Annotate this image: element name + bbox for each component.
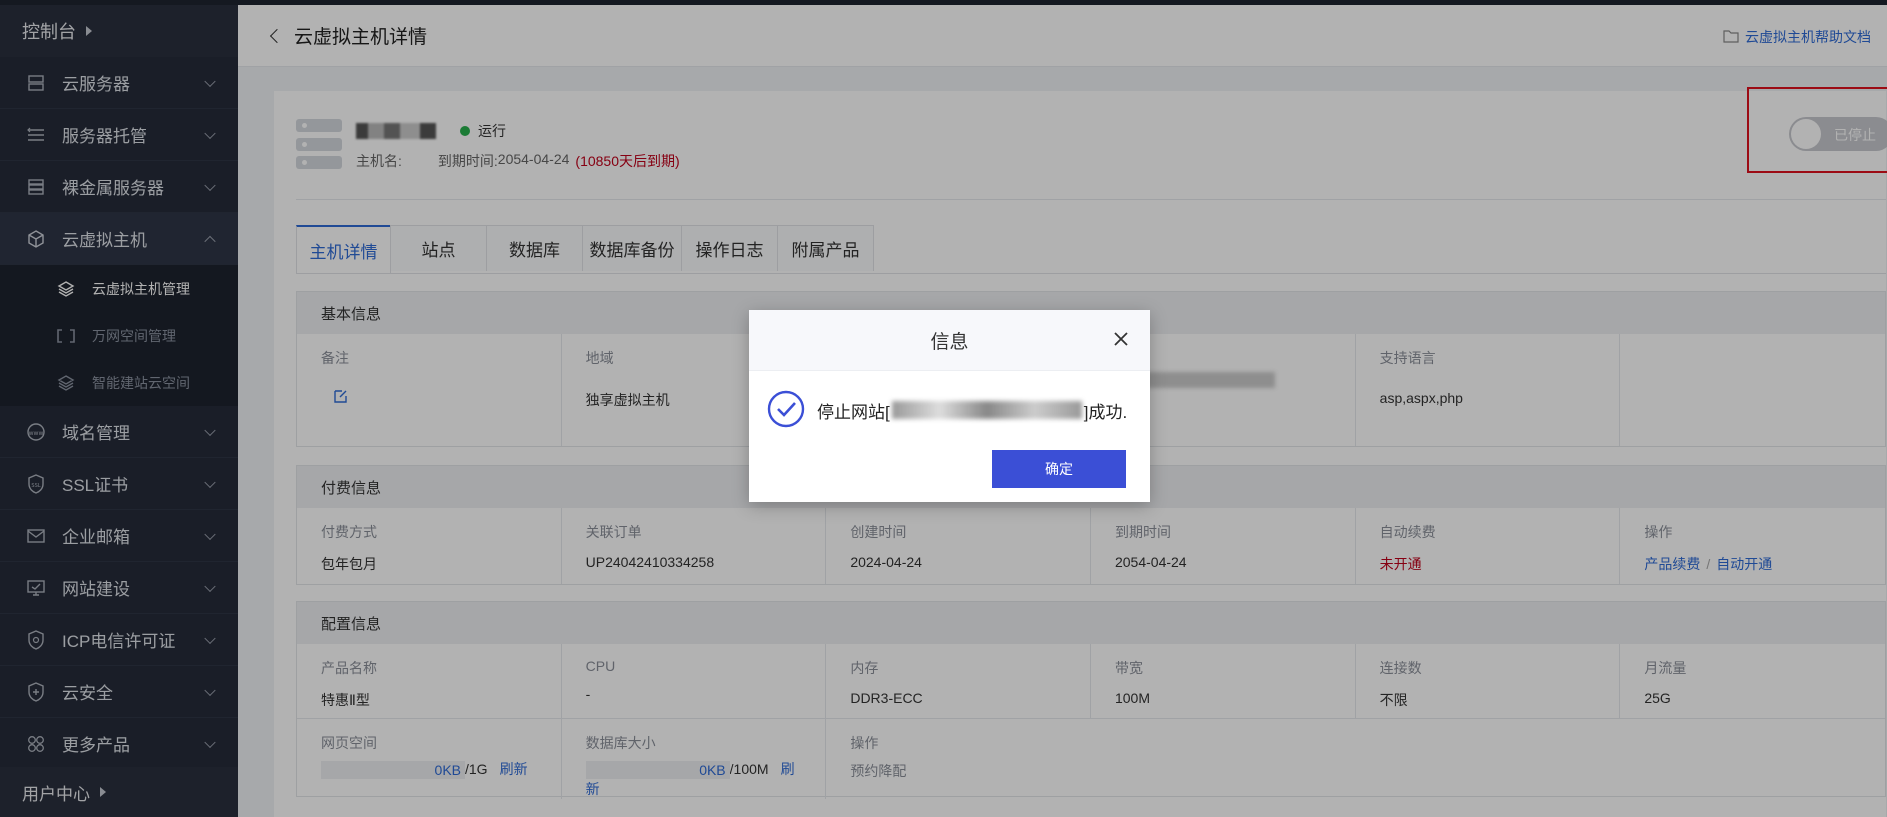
close-icon[interactable]	[1112, 330, 1130, 348]
info-dialog: 信息 停止网站[ ]成功. 确定	[749, 310, 1150, 502]
confirm-button[interactable]: 确定	[992, 450, 1126, 488]
dialog-title: 信息	[930, 331, 969, 353]
dialog-msg-prefix: 停止网站[	[817, 402, 890, 422]
dialog-message: 停止网站[ ]成功.	[817, 398, 1127, 423]
dialog-msg-suffix: ]成功.	[1083, 402, 1128, 422]
redacted-site-name	[891, 401, 1082, 419]
success-check-icon	[767, 390, 805, 431]
